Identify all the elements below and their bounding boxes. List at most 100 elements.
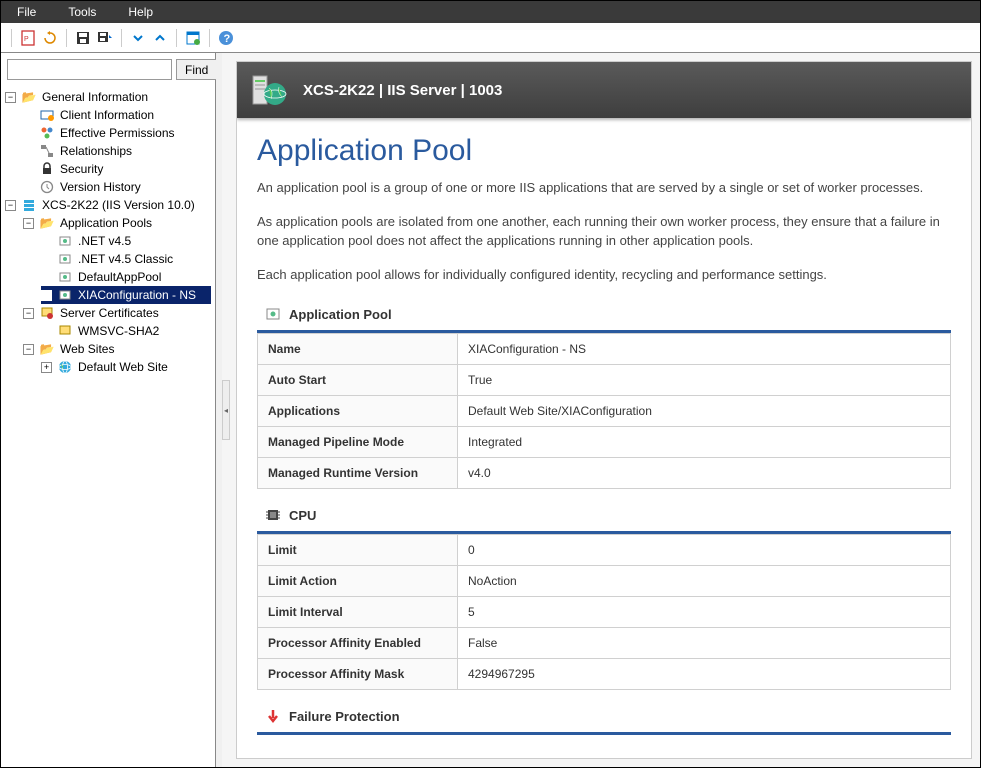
table-row: Processor Affinity Mask4294967295 (258, 659, 951, 690)
tree-default-web-site[interactable]: + Default Web Site (41, 358, 211, 376)
tree-server-certificates[interactable]: − Server Certificates (23, 304, 211, 322)
toolbar: P ? (1, 23, 980, 53)
server-icon (21, 197, 37, 213)
doc-heading: Application Pool (257, 134, 951, 168)
tree-defaultapppool[interactable]: DefaultAppPool (41, 268, 211, 286)
property-value: v4.0 (458, 458, 951, 489)
collapse-icon[interactable]: − (23, 308, 34, 319)
tree-effective-permissions[interactable]: Effective Permissions (23, 124, 211, 142)
property-value: True (458, 365, 951, 396)
help-icon[interactable]: ? (216, 28, 236, 48)
tree-application-pools[interactable]: − 📂 Application Pools (23, 214, 211, 232)
tree-wmsvc[interactable]: WMSVC-SHA2 (41, 322, 211, 340)
apppool-icon (57, 269, 73, 285)
doc-paragraph: Each application pool allows for individ… (257, 265, 951, 285)
pdf-icon[interactable]: P (18, 28, 38, 48)
property-name: Limit Action (258, 566, 458, 597)
client-icon (39, 107, 55, 123)
menu-file[interactable]: File (1, 3, 52, 21)
table-row: Managed Pipeline ModeIntegrated (258, 427, 951, 458)
page-title: XCS-2K22 | IIS Server | 1003 (303, 82, 502, 99)
cpu-icon (265, 507, 281, 523)
property-value: 0 (458, 535, 951, 566)
collapse-sidebar-handle[interactable]: ◂ (222, 380, 230, 440)
menu-tools[interactable]: Tools (52, 3, 112, 21)
property-value: Integrated (458, 427, 951, 458)
tree-server[interactable]: − XCS-2K22 (IIS Version 10.0) (5, 196, 211, 214)
collapse-icon[interactable]: − (5, 92, 16, 103)
section-cpu: CPU Limit0Limit ActionNoActionLimit Inte… (257, 499, 951, 690)
property-value: XIAConfiguration - NS (458, 334, 951, 365)
property-value: Default Web Site/XIAConfiguration (458, 396, 951, 427)
table-row: Limit0 (258, 535, 951, 566)
apppool-icon (265, 306, 281, 322)
server-globe-icon (249, 70, 289, 110)
tree-security[interactable]: Security (23, 160, 211, 178)
doc-paragraph: As application pools are isolated from o… (257, 212, 951, 251)
property-value: False (458, 628, 951, 659)
history-icon (39, 179, 55, 195)
tree-client-information[interactable]: Client Information (23, 106, 211, 124)
collapse-up-icon[interactable] (150, 28, 170, 48)
table-row: NameXIAConfiguration - NS (258, 334, 951, 365)
menu-help[interactable]: Help (112, 3, 169, 21)
tree-xiaconfiguration[interactable]: XIAConfiguration - NS (41, 286, 211, 304)
table-row: Auto StartTrue (258, 365, 951, 396)
property-value: 4294967295 (458, 659, 951, 690)
expand-icon[interactable]: + (41, 362, 52, 373)
refresh-icon[interactable] (40, 28, 60, 48)
property-name: Limit (258, 535, 458, 566)
property-value: NoAction (458, 566, 951, 597)
apppool-icon (57, 251, 73, 267)
save-dropdown-icon[interactable] (95, 28, 115, 48)
tree-general-information[interactable]: − 📂 General Information (5, 88, 211, 106)
tree-net45[interactable]: .NET v4.5 (41, 232, 211, 250)
globe-icon (57, 359, 73, 375)
apppool-icon (57, 233, 73, 249)
property-name: Auto Start (258, 365, 458, 396)
apppool-table: NameXIAConfiguration - NSAuto StartTrueA… (257, 333, 951, 489)
collapse-icon[interactable]: − (5, 200, 16, 211)
table-row: Limit Interval5 (258, 597, 951, 628)
expand-down-icon[interactable] (128, 28, 148, 48)
permissions-icon (39, 125, 55, 141)
find-button[interactable]: Find (176, 59, 217, 80)
svg-text:?: ? (224, 33, 231, 45)
tree-relationships[interactable]: Relationships (23, 142, 211, 160)
window-icon[interactable] (183, 28, 203, 48)
folder-icon: 📂 (21, 89, 37, 105)
tree-web-sites[interactable]: − 📂 Web Sites (23, 340, 211, 358)
table-row: Limit ActionNoAction (258, 566, 951, 597)
menubar: File Tools Help (1, 1, 980, 23)
certificate-icon (57, 323, 73, 339)
section-title: CPU (289, 508, 316, 523)
collapse-icon[interactable]: − (23, 218, 34, 229)
section-failure-protection: Failure Protection (257, 700, 951, 735)
collapse-icon[interactable]: − (23, 344, 34, 355)
apppool-icon (57, 287, 73, 303)
content-area: ◂ XCS-2K22 | IIS Server | 1003 Applicati… (222, 53, 980, 767)
folder-icon: 📂 (39, 215, 55, 231)
property-name: Managed Runtime Version (258, 458, 458, 489)
property-name: Name (258, 334, 458, 365)
tree-net45-classic[interactable]: .NET v4.5 Classic (41, 250, 211, 268)
folder-icon: 📂 (39, 341, 55, 357)
content-panel[interactable]: XCS-2K22 | IIS Server | 1003 Application… (236, 61, 972, 759)
table-row: ApplicationsDefault Web Site/XIAConfigur… (258, 396, 951, 427)
relationships-icon (39, 143, 55, 159)
section-title: Failure Protection (289, 709, 400, 724)
property-name: Processor Affinity Mask (258, 659, 458, 690)
certificate-icon (39, 305, 55, 321)
down-arrow-icon (265, 708, 281, 724)
tree-version-history[interactable]: Version History (23, 178, 211, 196)
section-application-pool: Application Pool NameXIAConfiguration - … (257, 298, 951, 489)
section-title: Application Pool (289, 307, 392, 322)
search-input[interactable] (7, 59, 172, 80)
cpu-table: Limit0Limit ActionNoActionLimit Interval… (257, 534, 951, 690)
property-name: Limit Interval (258, 597, 458, 628)
table-row: Processor Affinity EnabledFalse (258, 628, 951, 659)
property-name: Managed Pipeline Mode (258, 427, 458, 458)
property-name: Processor Affinity Enabled (258, 628, 458, 659)
save-icon[interactable] (73, 28, 93, 48)
table-row: Managed Runtime Versionv4.0 (258, 458, 951, 489)
